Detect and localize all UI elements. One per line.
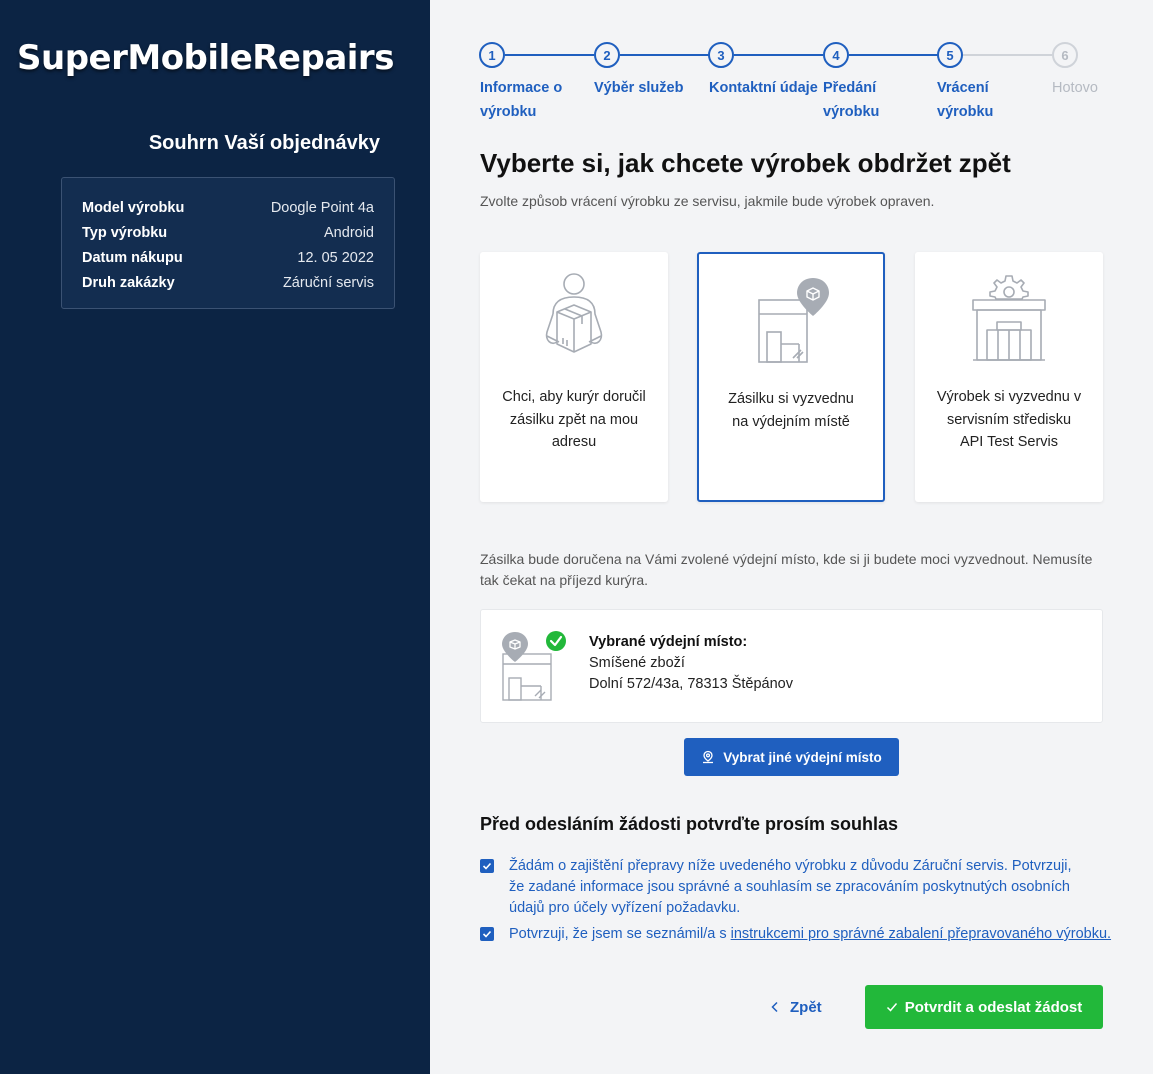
packing-instructions-link[interactable]: instrukcemi pro správné zabalení přeprav…: [731, 926, 1111, 942]
consent-checkbox-1[interactable]: [480, 859, 494, 873]
option-label: Zásilku si vyzvednu na výdejním místě: [728, 391, 854, 430]
step-6-label: Hotovo: [1052, 80, 1098, 96]
pickup-address: Dolní 572/43a, 78313 Štěpánov: [589, 676, 793, 692]
consent-text-2-prefix: Potvrzuji, že jsem se seznámil/a s: [509, 926, 731, 942]
step-4-label[interactable]: Předání výrobku: [823, 76, 898, 124]
step-6-circle: 6: [1052, 42, 1078, 68]
pickup-point-confirmed-icon: [502, 631, 566, 701]
step-connector: [734, 54, 823, 56]
summary-row-type: Typ výrobku Android: [82, 221, 374, 246]
option-courier-card[interactable]: Chci, aby kurýr doručil zásilku zpět na …: [480, 252, 668, 502]
delivery-info-text: Zásilka bude doručena na Vámi zvolené vý…: [480, 551, 1093, 588]
summary-value: Záruční servis: [282, 275, 374, 291]
summary-label: Model výrobku: [82, 200, 185, 216]
checkmark-icon: [886, 1003, 897, 1012]
option-label: Výrobek si vyzvednu v servisním středisk…: [936, 389, 1082, 450]
service-center-icon: [972, 275, 1046, 361]
summary-value: Android: [324, 225, 374, 241]
step-2-label[interactable]: Výběr služeb: [594, 76, 704, 100]
page-title: Vyberte si, jak chcete výrobek obdržet z…: [480, 148, 1011, 178]
summary-row-date: Datum nákupu 12. 05 2022: [82, 246, 374, 271]
checkmark-icon: [482, 930, 492, 938]
summary-title: Souhrn Vaší objednávky: [148, 132, 380, 154]
step-connector: [505, 54, 594, 56]
consent-title: Před odesláním žádosti potvrďte prosím s…: [480, 814, 899, 834]
sidebar: SuperMobileRepairs Souhrn Vaší objednávk…: [0, 0, 430, 1074]
option-service-center-card[interactable]: Výrobek si vyzvednu v servisním středisk…: [915, 252, 1103, 502]
submit-label: Potvrdit a odeslat žádost: [904, 998, 1083, 1016]
step-3-circle[interactable]: 3: [708, 42, 734, 68]
option-label: Chci, aby kurýr doručil zásilku zpět na …: [502, 389, 646, 450]
courier-box-icon: [545, 273, 603, 353]
step-3-label[interactable]: Kontaktní údaje: [709, 76, 821, 100]
consent-item-1: Žádám o zajištění přepravy níže uvedenéh…: [480, 856, 1089, 919]
step-4-circle[interactable]: 4: [823, 42, 849, 68]
location-pin-icon: [703, 750, 714, 764]
pickup-title: Vybrané výdejní místo:: [589, 634, 748, 650]
order-summary: Model výrobku Doogle Point 4a Typ výrobk…: [61, 177, 395, 309]
step-1-label[interactable]: Informace o výrobku: [480, 76, 575, 124]
checkmark-icon: [482, 862, 492, 870]
summary-label: Druh zakázky: [82, 275, 175, 291]
back-label: Zpět: [790, 998, 822, 1016]
selected-pickup-point: Vybrané výdejní místo: Smíšené zboží Dol…: [480, 609, 1103, 723]
pickup-point-icon: [758, 278, 829, 363]
step-5-circle[interactable]: 5: [937, 42, 963, 68]
consent-item-2: Potvrzuji, že jsem se seznámil/a s instr…: [480, 924, 1111, 945]
submit-button[interactable]: Potvrdit a odeslat žádost: [865, 985, 1103, 1029]
option-pickup-point-card[interactable]: Zásilku si vyzvednu na výdejním místě: [697, 252, 885, 502]
summary-label: Typ výrobku: [82, 225, 168, 241]
step-connector: [849, 54, 938, 56]
brand-logo: SuperMobileRepairs: [17, 38, 394, 78]
consent-checkbox-2[interactable]: [480, 927, 494, 941]
page-subtitle: Zvolte způsob vrácení výrobku ze servisu…: [480, 193, 935, 209]
summary-value: Doogle Point 4a: [270, 200, 374, 216]
step-5-label[interactable]: Vrácení výrobku: [937, 76, 1012, 124]
main-content: 1 2 3 4 5 6 Informace o výrobku Výběr sl…: [430, 0, 1153, 1074]
choose-other-pickup-label: Vybrat jiné výdejní místo: [723, 749, 882, 765]
consent-text-2: Potvrzuji, že jsem se seznámil/a s instr…: [509, 924, 1111, 945]
summary-value: 12. 05 2022: [297, 250, 374, 266]
pickup-name: Smíšené zboží: [589, 655, 685, 671]
stepper: 1 2 3 4 5 6 Informace o výrobku Výběr sl…: [479, 42, 1119, 132]
step-1-circle[interactable]: 1: [479, 42, 505, 68]
back-button[interactable]: Zpět: [770, 988, 822, 1026]
summary-row-order-kind: Druh zakázky Záruční servis: [82, 271, 374, 296]
choose-other-pickup-button[interactable]: Vybrat jiné výdejní místo: [684, 738, 899, 776]
summary-label: Datum nákupu: [82, 250, 183, 266]
consent-text-1: Žádám o zajištění přepravy níže uvedenéh…: [509, 858, 1072, 916]
step-connector: [620, 54, 709, 56]
chevron-left-icon: [771, 1001, 778, 1013]
step-connector: [963, 54, 1052, 56]
summary-row-model: Model výrobku Doogle Point 4a: [82, 196, 374, 221]
step-2-circle[interactable]: 2: [594, 42, 620, 68]
